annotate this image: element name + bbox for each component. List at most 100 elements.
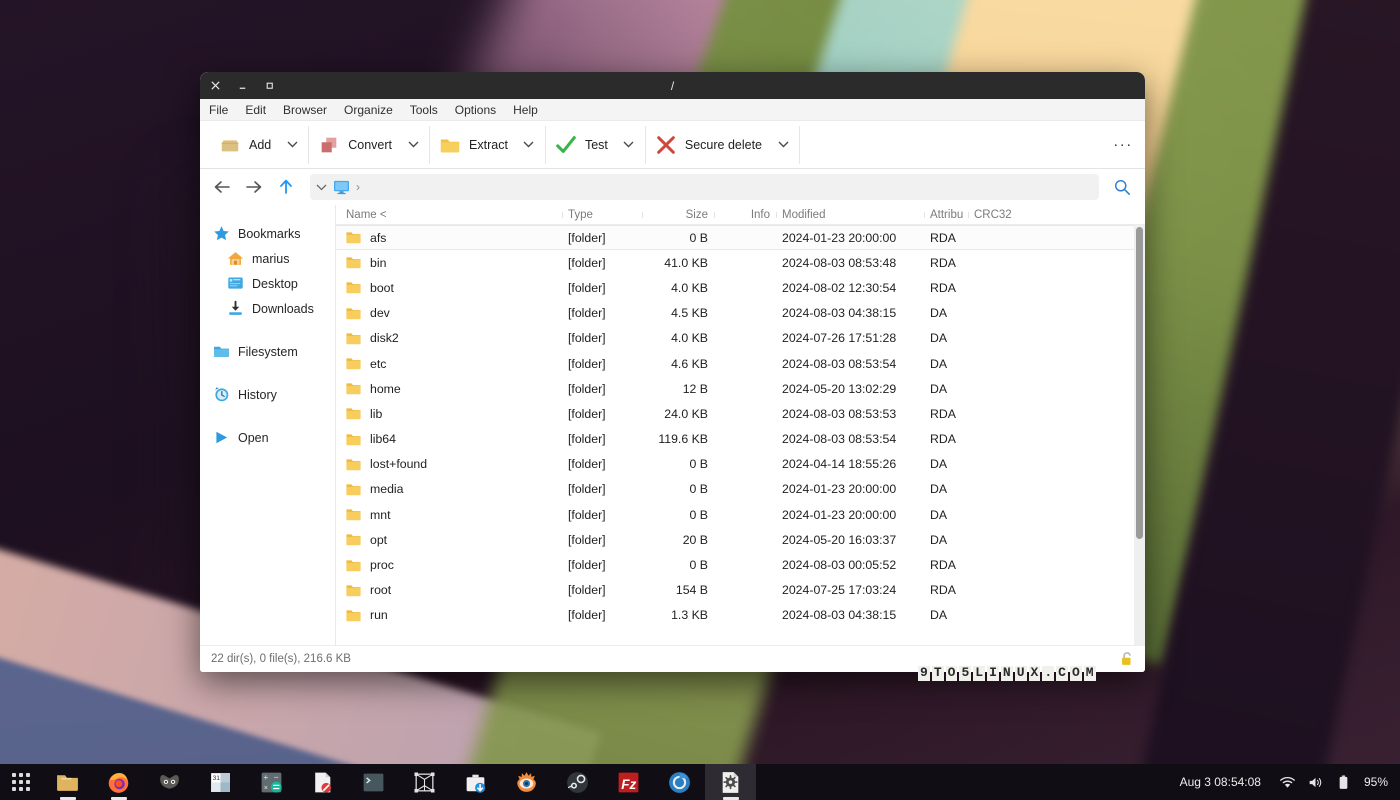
test-dropdown-arrow[interactable] <box>617 130 641 160</box>
clock[interactable]: Aug 3 08:54:08 <box>1180 775 1261 789</box>
breadcrumb-history-dropdown[interactable] <box>316 184 327 191</box>
back-button[interactable] <box>208 173 236 201</box>
table-row[interactable]: lib [folder] 24.0 KB 2024-08-03 08:53:53 RDA <box>336 401 1145 426</box>
table-row[interactable]: lib64 [folder] 119.6 KB 2024-08-03 08:53:54… <box>336 427 1145 452</box>
menubar: File Edit Browser Organize Tools Options… <box>200 99 1145 121</box>
table-row[interactable]: dev [folder] 4.5 KB 2024-08-03 04:38:15 DA <box>336 301 1145 326</box>
app-grid-button[interactable] <box>0 764 42 800</box>
cell-size: 41.0 KB <box>664 255 708 270</box>
unlocked-padlock-icon[interactable] <box>1120 651 1135 667</box>
volume-icon[interactable] <box>1308 775 1323 790</box>
secure-delete-button-label: Secure delete <box>684 137 763 152</box>
toolbar-overflow-button[interactable]: ··· <box>1109 130 1137 160</box>
menu-browser[interactable]: Browser <box>283 103 327 117</box>
minimize-icon[interactable] <box>236 79 249 92</box>
folder-icon <box>346 585 361 596</box>
taskbar-item-calendar[interactable]: 31 <box>195 764 246 800</box>
taskbar-item-software[interactable] <box>450 764 501 800</box>
column-header-name[interactable]: Name < <box>340 209 562 221</box>
menu-options[interactable]: Options <box>455 103 496 117</box>
battery-percentage: 95% <box>1363 775 1388 789</box>
table-row[interactable]: root [folder] 154 B 2024-07-25 17:03:24 RDA <box>336 578 1145 603</box>
table-row[interactable]: boot [folder] 4.0 KB 2024-08-02 12:30:54 RDA <box>336 275 1145 300</box>
sidebar-item-marius[interactable]: marius <box>200 246 335 271</box>
column-header-crc32[interactable]: CRC32 <box>968 209 1048 221</box>
taskbar-item-chromium[interactable] <box>654 764 705 800</box>
table-row[interactable]: proc [folder] 0 B 2024-08-03 00:05:52 RDA <box>336 552 1145 577</box>
taskbar-item-krusader[interactable] <box>501 764 552 800</box>
breadcrumb-item-computer[interactable] <box>333 180 350 195</box>
close-icon[interactable] <box>209 79 222 92</box>
taskbar-item-thunderbird[interactable] <box>144 764 195 800</box>
breadcrumb[interactable]: › <box>310 174 1099 200</box>
vertical-scrollbar-thumb[interactable] <box>1136 227 1143 539</box>
menu-edit[interactable]: Edit <box>245 103 266 117</box>
menu-file[interactable]: File <box>209 103 228 117</box>
up-button[interactable] <box>272 173 300 201</box>
column-header-modified[interactable]: Modified <box>776 209 924 221</box>
computer-icon <box>334 180 349 194</box>
taskbar-item-spreadsheet[interactable]: + − × <box>246 764 297 800</box>
wifi-icon[interactable] <box>1280 775 1295 790</box>
table-row[interactable]: lost+found [folder] 0 B 2024-04-14 18:55:26… <box>336 452 1145 477</box>
convert-button[interactable]: Convert <box>309 129 401 161</box>
extract-button[interactable]: Extract <box>430 129 517 161</box>
column-header-attributes[interactable]: Attribu <box>924 209 968 221</box>
sidebar-item-history[interactable]: History <box>200 382 335 407</box>
table-row[interactable]: home [folder] 12 B 2024-05-20 13:02:29 DA <box>336 376 1145 401</box>
battery-icon[interactable] <box>1336 775 1351 790</box>
taskbar-item-terminal[interactable] <box>348 764 399 800</box>
table-row[interactable]: media [folder] 0 B 2024-01-23 20:00:00 DA <box>336 477 1145 502</box>
secure-delete-dropdown-arrow[interactable] <box>771 130 795 160</box>
secure-delete-button[interactable]: Secure delete <box>646 129 771 161</box>
extract-dropdown-arrow[interactable] <box>517 130 541 160</box>
taskbar-item-firefox[interactable] <box>93 764 144 800</box>
table-row[interactable]: run [folder] 1.3 KB 2024-08-03 04:38:15 DA <box>336 603 1145 628</box>
table-row[interactable]: etc [folder] 4.6 KB 2024-08-03 08:53:54 DA <box>336 351 1145 376</box>
sidebar: Bookmarks marius Desktop Downloads Files… <box>200 205 336 645</box>
test-button[interactable]: Test <box>546 129 617 161</box>
column-header-type[interactable]: Type <box>562 209 642 221</box>
cell-type: [folder] <box>568 507 606 522</box>
svg-text:−: − <box>274 772 279 782</box>
search-button[interactable] <box>1107 173 1137 201</box>
menu-help[interactable]: Help <box>513 103 538 117</box>
table-row[interactable]: bin [folder] 41.0 KB 2024-08-03 08:53:48 RDA <box>336 250 1145 275</box>
table-row[interactable]: mnt [folder] 0 B 2024-01-23 20:00:00 DA <box>336 502 1145 527</box>
window-titlebar[interactable]: / <box>200 72 1145 99</box>
column-header-info[interactable]: Info <box>714 209 776 221</box>
sidebar-item-open[interactable]: Open <box>200 425 335 450</box>
sidebar-item-desktop[interactable]: Desktop <box>200 271 335 296</box>
taskbar-item-blender[interactable] <box>399 764 450 800</box>
sidebar-item-filesystem[interactable]: Filesystem <box>200 339 335 364</box>
taskbar-item-file-manager[interactable] <box>42 764 93 800</box>
convert-dropdown-arrow[interactable] <box>401 130 425 160</box>
watermark-letter: O <box>945 666 958 681</box>
menu-tools[interactable]: Tools <box>410 103 438 117</box>
gear-doc-icon <box>722 771 739 793</box>
app-grid-icon <box>12 773 30 791</box>
column-header-size[interactable]: Size <box>642 209 714 221</box>
cell-type: [folder] <box>568 331 606 346</box>
main-toolbar: Add Convert Extract Test Secure delete ·… <box>200 121 1145 169</box>
sidebar-item-bookmarks[interactable]: Bookmarks <box>200 221 335 246</box>
table-row[interactable]: disk2 [folder] 4.0 KB 2024-07-26 17:51:28 DA <box>336 326 1145 351</box>
add-button[interactable]: Add <box>210 129 280 161</box>
maximize-icon[interactable] <box>263 79 276 92</box>
menu-organize[interactable]: Organize <box>344 103 393 117</box>
file-rows[interactable]: afs [folder] 0 B 2024-01-23 20:00:00 RDA bin [… <box>336 225 1145 645</box>
cell-name: run <box>340 608 562 622</box>
add-dropdown-arrow[interactable] <box>280 130 304 160</box>
cell-name: dev <box>340 306 562 320</box>
taskbar-item-settings[interactable] <box>705 764 756 800</box>
cell-attributes: RDA <box>930 432 956 447</box>
taskbar-item-filezilla[interactable]: Fz <box>603 764 654 800</box>
taskbar-item-steam[interactable] <box>552 764 603 800</box>
vertical-scrollbar[interactable] <box>1134 225 1145 645</box>
sidebar-item-downloads[interactable]: Downloads <box>200 296 335 321</box>
forward-button[interactable] <box>240 173 268 201</box>
taskbar-item-pdf-editor[interactable] <box>297 764 348 800</box>
table-row[interactable]: opt [folder] 20 B 2024-05-20 16:03:37 DA <box>336 527 1145 552</box>
table-row[interactable]: afs [folder] 0 B 2024-01-23 20:00:00 RDA <box>336 225 1145 251</box>
cell-attributes: DA <box>930 457 948 472</box>
